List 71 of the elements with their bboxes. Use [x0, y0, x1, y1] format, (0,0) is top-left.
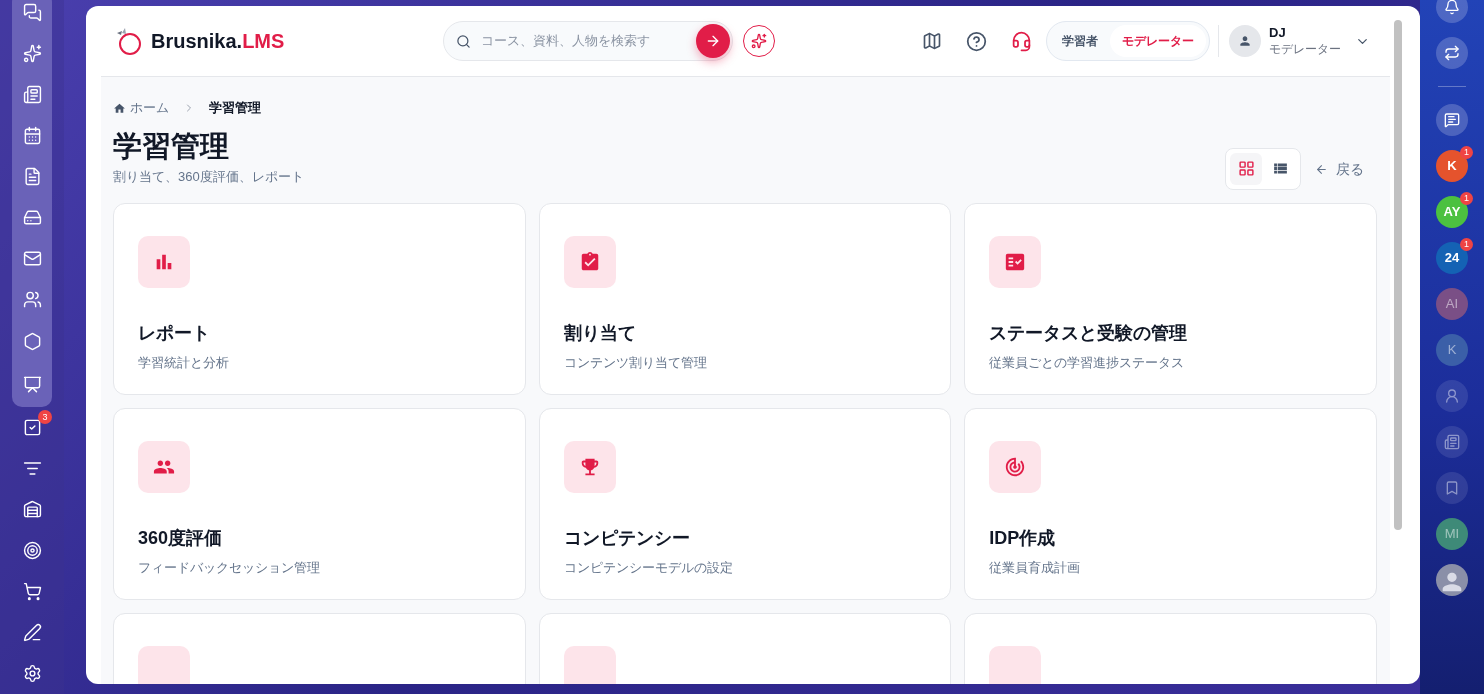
card-description: 学習統計と分析 [138, 353, 230, 372]
grid-view-button[interactable] [1230, 152, 1262, 185]
card-title: 360度評価 [138, 526, 224, 550]
page-subtitle: 割り当て、360度評価、レポート [113, 168, 305, 186]
document-icon[interactable] [22, 167, 42, 187]
search-field[interactable]: コース、資料、人物を検索す [443, 21, 733, 61]
breadcrumb-current: 学習管理 [209, 99, 261, 118]
card-title: レポート [138, 321, 211, 345]
card-title: コンピテンシー [563, 526, 691, 550]
user-role: モデレーター [1269, 41, 1341, 57]
card-title: 割り当て [563, 321, 637, 345]
feature-card[interactable]: ステータスと受験の管理 従業員ごとの学習進捗ステータス [964, 202, 1377, 395]
feature-card[interactable]: コンピテンシー コンピテンシーモデルの設定 [538, 407, 952, 600]
users-icon[interactable] [22, 290, 42, 310]
user-silhouette-avatar[interactable] [1436, 564, 1468, 596]
home-icon [113, 101, 126, 115]
pen-icon[interactable] [22, 622, 42, 642]
target-icon[interactable] [22, 540, 42, 560]
sparkle-badge-icon[interactable] [22, 44, 42, 64]
role-tab[interactable]: 学習者 [1050, 25, 1110, 57]
target-icon [1004, 455, 1027, 478]
card-title: ステータスと受験の管理 [989, 321, 1189, 345]
settings-icon[interactable] [22, 663, 42, 683]
user-avatar[interactable] [1229, 25, 1261, 57]
sparkles-icon [751, 33, 767, 49]
chat-icon[interactable] [22, 3, 42, 23]
breadcrumb-home-link[interactable]: ホーム [113, 98, 169, 118]
back-label: 戻る [1336, 159, 1364, 179]
checkbox-icon[interactable] [22, 417, 42, 437]
notification-badge: 1 [1460, 238, 1473, 251]
user-name: DJ [1269, 25, 1287, 42]
calendar-icon[interactable] [22, 126, 42, 146]
card-description: 従業員ごとの学習進捗ステータス [989, 353, 1186, 372]
map-icon[interactable] [922, 31, 942, 51]
icon-tile [989, 645, 1042, 684]
notification-badge: 1 [1460, 146, 1473, 159]
search-submit-button[interactable] [696, 24, 730, 58]
grid-icon [1237, 160, 1255, 177]
feature-card[interactable]: 割り当て コンテンツ割り当て管理 [538, 202, 952, 395]
card-description: 従業員育成計画 [989, 558, 1082, 577]
headset-icon[interactable] [1011, 30, 1032, 52]
search-input[interactable]: コース、資料、人物を検索す [481, 31, 686, 51]
swap-icon[interactable] [1436, 37, 1468, 69]
card-title: IDP作成 [989, 526, 1057, 550]
feature-card[interactable]: IDP作成 従業員育成計画 [964, 407, 1377, 600]
brand-logo-text: Brusnika.LMS [151, 29, 285, 54]
feature-card[interactable]: レポート 学習統計と分析 [113, 202, 526, 395]
arrow-left-icon [1315, 162, 1328, 176]
mail-icon[interactable] [22, 249, 42, 269]
card-description: コンピテンシーモデルの設定 [563, 558, 734, 577]
search-icon [456, 33, 471, 49]
presentation-icon[interactable] [22, 374, 42, 394]
notification-badge: 1 [1460, 192, 1473, 205]
notification-badge: 3 [38, 409, 52, 424]
page-title: 学習管理 [113, 129, 230, 164]
chat-icon[interactable] [1436, 104, 1468, 136]
cart-icon[interactable] [22, 581, 42, 601]
scrollbar-thumb[interactable] [1394, 20, 1402, 530]
drive-icon[interactable] [22, 208, 42, 228]
help-icon[interactable] [966, 30, 987, 52]
feature-card[interactable]: 360度評価 フィードバックセッション管理 [113, 407, 526, 600]
icon-tile [138, 645, 190, 684]
warehouse-icon[interactable] [22, 499, 42, 519]
role-tab[interactable]: モデレーター [1110, 25, 1206, 57]
bell-icon[interactable] [1436, 0, 1468, 23]
back-button[interactable]: 戻る [1315, 158, 1364, 180]
hexagon-icon[interactable] [22, 331, 42, 351]
card-description: フィードバックセッション管理 [138, 558, 321, 577]
card-description: コンテンツ割り当て管理 [563, 353, 708, 372]
newspaper-icon[interactable] [22, 85, 42, 105]
icon-tile [563, 645, 616, 684]
